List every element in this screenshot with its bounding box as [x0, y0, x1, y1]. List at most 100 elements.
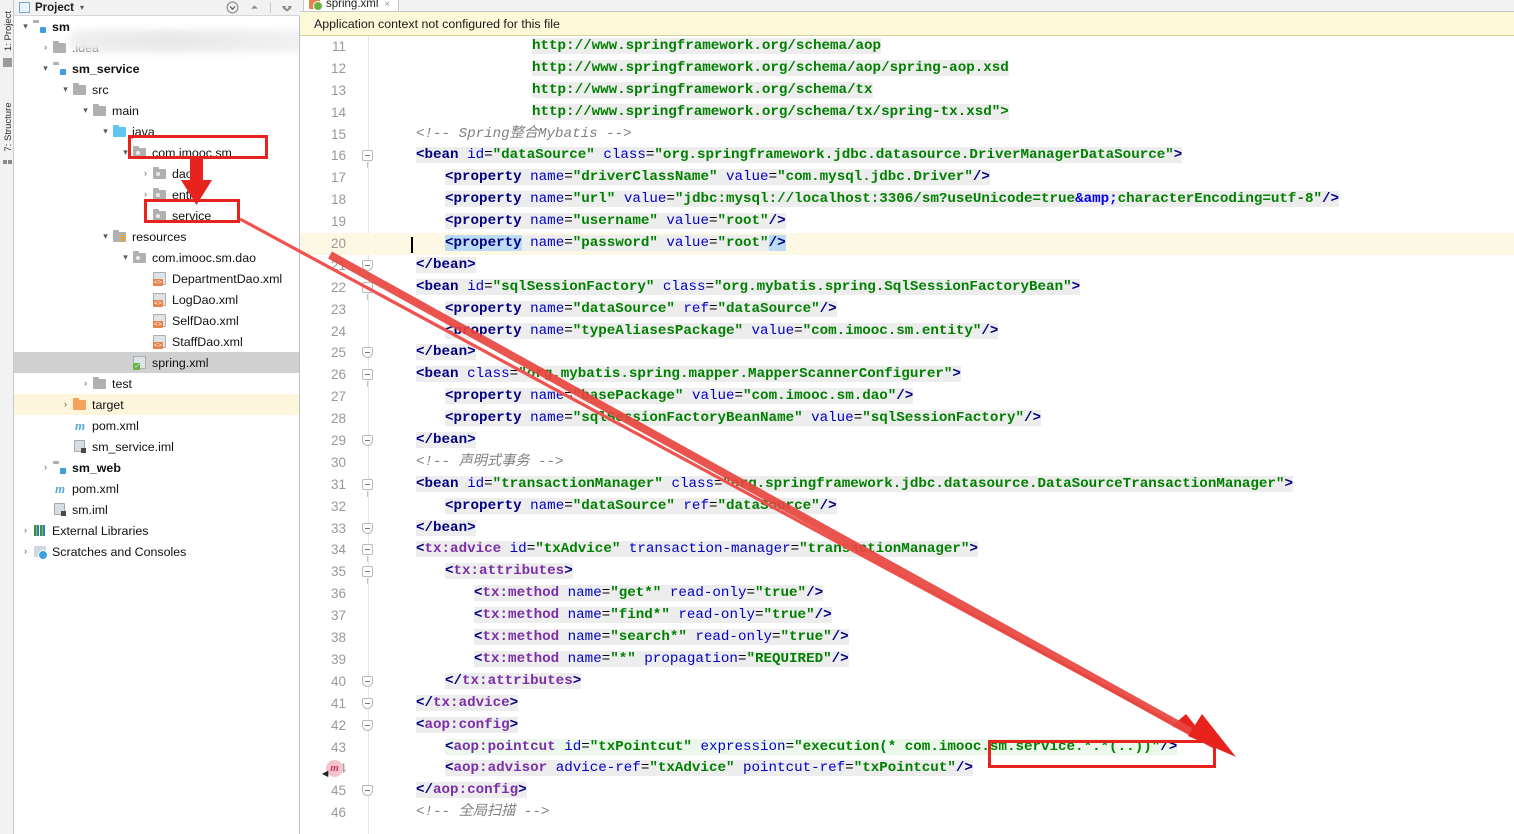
tree-node-sm-service-iml[interactable]: › sm_service.iml — [14, 436, 299, 457]
tree-node-java[interactable]: ▾ java — [14, 121, 299, 142]
code-line-40[interactable]: 40 </tx:attributes> — [300, 671, 1514, 693]
code-fold-toggle-icon[interactable] — [362, 478, 373, 497]
tree-node-test[interactable]: › test — [14, 373, 299, 394]
expand-arrow-icon[interactable]: › — [39, 505, 52, 514]
expand-arrow-icon[interactable]: ▾ — [79, 106, 92, 115]
expand-arrow-icon[interactable]: › — [39, 43, 52, 52]
expand-arrow-icon[interactable]: › — [139, 274, 152, 283]
gear-icon[interactable] — [280, 1, 294, 14]
tree-node-pom-xml[interactable]: ›m pom.xml — [14, 478, 299, 499]
code-fold-toggle-icon[interactable] — [362, 150, 373, 169]
code-line-36[interactable]: 36 <tx:method name="get*" read-only="true… — [300, 583, 1514, 605]
code-line-27[interactable]: 27 <property name="basePackage" value="co… — [300, 386, 1514, 408]
expand-arrow-icon[interactable]: ▾ — [59, 85, 72, 94]
expand-arrow-icon[interactable]: ▾ — [99, 232, 112, 241]
code-line-41[interactable]: 41 </tx:advice> — [300, 693, 1514, 715]
spring-bean-m-icon[interactable]: ◄ — [322, 760, 343, 781]
expand-arrow-icon[interactable]: ▾ — [19, 22, 32, 31]
code-line-44[interactable]: 44◄<aop:advisor advice-ref="txAdvice" po… — [300, 758, 1514, 781]
expand-arrow-icon[interactable]: › — [39, 484, 52, 493]
code-line-17[interactable]: 17 <property name="driverClassName" value… — [300, 167, 1514, 189]
code-fold-toggle-icon[interactable] — [362, 544, 373, 563]
chevron-down-icon[interactable]: ▾ — [80, 3, 84, 12]
code-line-28[interactable]: 28 <property name="sqlSessionFactoryBeanN… — [300, 408, 1514, 430]
hide-icon[interactable] — [248, 1, 261, 14]
project-tree[interactable]: ▾sm›.idea▾sm_service▾src▾main▾java▾com.i… — [14, 16, 300, 834]
tree-node-resources[interactable]: ▾ resources — [14, 226, 299, 247]
code-line-20[interactable]: 20 <property name="password" value="root"… — [300, 233, 1514, 255]
tree-node-service[interactable]: › service — [14, 205, 299, 226]
code-line-22[interactable]: 22 <bean id="sqlSessionFactory" class="or… — [300, 277, 1514, 300]
code-fold-toggle-icon[interactable] — [362, 675, 373, 687]
tree-node-entity[interactable]: › entity — [14, 184, 299, 205]
tree-node-external-libraries[interactable]: › External Libraries — [14, 520, 299, 541]
editor-tab-spring-xml[interactable]: spring.xml × — [303, 0, 400, 11]
code-line-42[interactable]: 42 <aop:config> — [300, 715, 1514, 737]
code-fold-toggle-icon[interactable] — [362, 566, 373, 585]
code-line-13[interactable]: 13 http://www.springframework.org/schema/… — [300, 80, 1514, 102]
code-line-46[interactable]: 46 <!-- 全局扫描 --> — [300, 802, 1514, 824]
code-fold-toggle-icon[interactable] — [362, 369, 373, 388]
code-line-34[interactable]: 34 <tx:advice id="txAdvice" transaction-m… — [300, 539, 1514, 563]
code-line-14[interactable]: 14 http://www.springframework.org/schema/… — [300, 102, 1514, 124]
code-line-37[interactable]: 37 <tx:method name="find*" read-only="tru… — [300, 605, 1514, 627]
code-fold-toggle-icon[interactable] — [362, 347, 373, 359]
tree-node-com-imooc-sm-dao[interactable]: ▾ com.imooc.sm.dao — [14, 247, 299, 268]
tree-node-pom-xml[interactable]: ›m pom.xml — [14, 415, 299, 436]
collapse-all-icon[interactable] — [226, 1, 239, 14]
tree-node-selfdao-xml[interactable]: › SelfDao.xml — [14, 310, 299, 331]
tree-node-sm-web[interactable]: › sm_web — [14, 457, 299, 478]
expand-arrow-icon[interactable]: › — [59, 400, 72, 409]
tree-node-dao[interactable]: › dao — [14, 163, 299, 184]
expand-arrow-icon[interactable]: › — [79, 379, 92, 388]
tree-node-target[interactable]: › target — [14, 394, 299, 415]
code-line-19[interactable]: 19 <property name="username" value="root"… — [300, 211, 1514, 233]
code-line-15[interactable]: 15 <!-- Spring整合Mybatis --> — [300, 124, 1514, 146]
expand-arrow-icon[interactable]: ▾ — [99, 127, 112, 136]
code-line-30[interactable]: 30 <!-- 声明式事务 --> — [300, 452, 1514, 474]
code-line-12[interactable]: 12 http://www.springframework.org/schema/… — [300, 58, 1514, 80]
expand-arrow-icon[interactable]: › — [139, 337, 152, 346]
expand-arrow-icon[interactable]: › — [19, 547, 32, 556]
code-fold-toggle-icon[interactable] — [362, 259, 373, 271]
code-fold-toggle-icon[interactable] — [362, 719, 373, 731]
code-line-29[interactable]: 29 </bean> — [300, 430, 1514, 452]
code-line-21[interactable]: 21 </bean> — [300, 255, 1514, 277]
tree-node-com-imooc-sm[interactable]: ▾ com.imooc.sm — [14, 142, 299, 163]
tree-node-spring-xml[interactable]: › spring.xml — [14, 352, 299, 373]
code-fold-toggle-icon[interactable] — [362, 435, 373, 447]
code-line-16[interactable]: 16 <bean id="dataSource" class="org.sprin… — [300, 145, 1514, 169]
application-context-notice-bar[interactable]: Application context not configured for t… — [300, 12, 1514, 36]
tree-node-staffdao-xml[interactable]: › StaffDao.xml — [14, 331, 299, 352]
expand-arrow-icon[interactable]: ▾ — [119, 148, 132, 157]
expand-arrow-icon[interactable]: › — [139, 316, 152, 325]
code-fold-toggle-icon[interactable] — [362, 697, 373, 709]
tree-node-src[interactable]: ▾ src — [14, 79, 299, 100]
code-editor[interactable]: 11 http://www.springframework.org/schema/… — [300, 36, 1514, 834]
tree-node-departmentdao-xml[interactable]: › DepartmentDao.xml — [14, 268, 299, 289]
close-icon[interactable]: × — [384, 0, 390, 10]
expand-arrow-icon[interactable]: › — [139, 295, 152, 304]
code-fold-toggle-icon[interactable] — [362, 785, 373, 797]
expand-arrow-icon[interactable]: ▾ — [39, 64, 52, 73]
expand-arrow-icon[interactable]: › — [119, 358, 132, 367]
tree-node-sm-service[interactable]: ▾ sm_service — [14, 58, 299, 79]
code-line-32[interactable]: 32 <property name="dataSource" ref="dataS… — [300, 496, 1514, 518]
code-line-26[interactable]: 26 <bean class="org.mybatis.spring.mapper… — [300, 364, 1514, 388]
expand-arrow-icon[interactable]: › — [19, 526, 32, 535]
expand-arrow-icon[interactable]: › — [59, 421, 72, 430]
tree-node-logdao-xml[interactable]: › LogDao.xml — [14, 289, 299, 310]
expand-arrow-icon[interactable]: › — [139, 190, 152, 199]
tree-node-main[interactable]: ▾ main — [14, 100, 299, 121]
code-line-11[interactable]: 11 http://www.springframework.org/schema/… — [300, 36, 1514, 58]
code-line-33[interactable]: 33 </bean> — [300, 518, 1514, 540]
code-line-43[interactable]: 43 <aop:pointcut id="txPointcut" expressi… — [300, 737, 1514, 759]
code-line-24[interactable]: 24 <property name="typeAliasesPackage" va… — [300, 321, 1514, 343]
code-fold-toggle-icon[interactable] — [362, 281, 373, 300]
expand-arrow-icon[interactable]: › — [139, 211, 152, 220]
code-line-38[interactable]: 38 <tx:method name="search*" read-only="t… — [300, 627, 1514, 649]
code-fold-toggle-icon[interactable] — [362, 522, 373, 534]
code-line-39[interactable]: 39 <tx:method name="*" propagation="REQUI… — [300, 649, 1514, 671]
code-line-35[interactable]: 35 <tx:attributes> — [300, 561, 1514, 585]
expand-arrow-icon[interactable]: › — [59, 442, 72, 451]
